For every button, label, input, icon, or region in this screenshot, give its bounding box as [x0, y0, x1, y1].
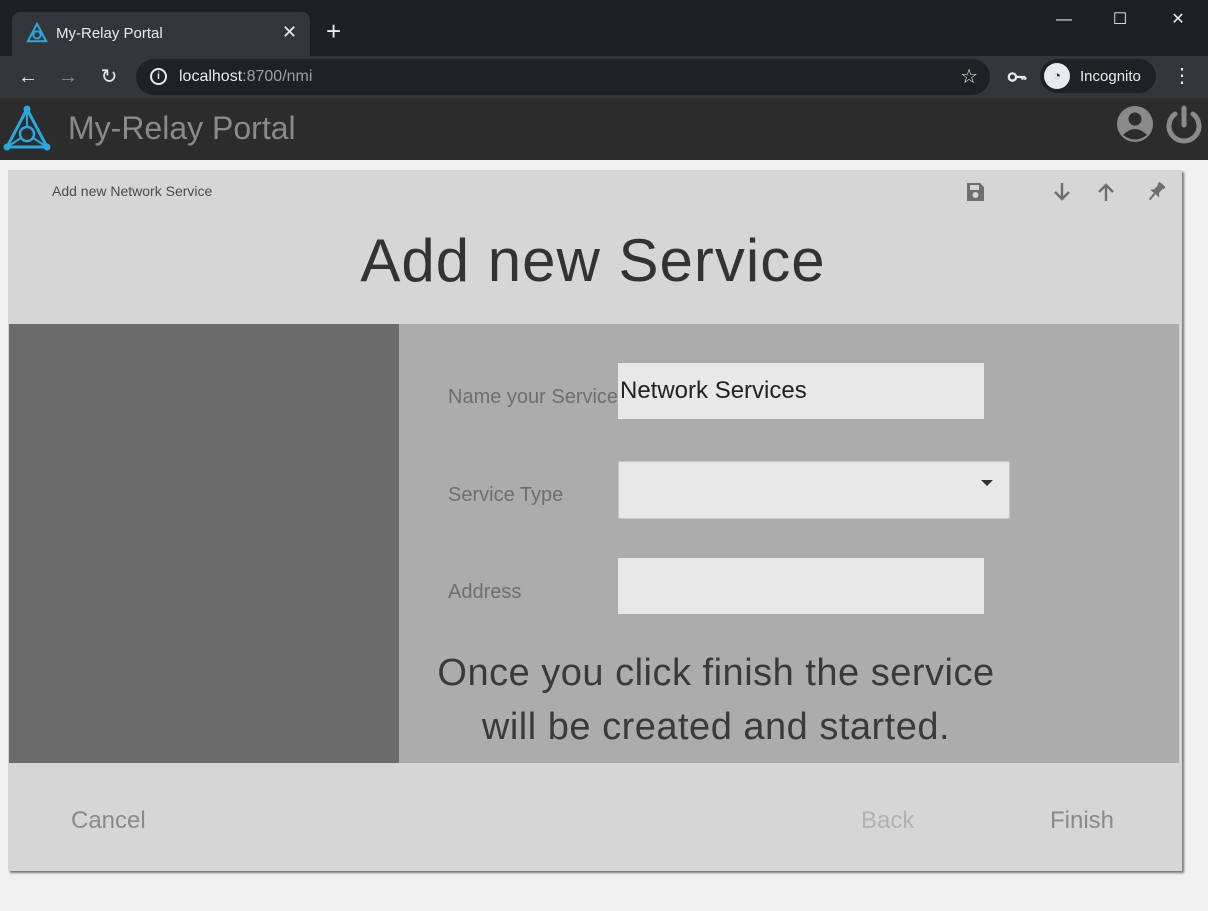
- reload-icon[interactable]: ↻: [96, 64, 122, 90]
- site-info-icon[interactable]: i: [150, 68, 167, 85]
- incognito-icon: ◔: [1044, 63, 1070, 89]
- dropdown-caret-icon: [981, 480, 993, 486]
- app-header: My-Relay Portal: [0, 98, 1208, 160]
- dialog-breadcrumb: Add new Network Service: [52, 183, 213, 199]
- browser-menu-icon[interactable]: ⋮: [1172, 65, 1192, 87]
- incognito-label: Incognito: [1080, 68, 1141, 85]
- finish-info-text: Once you click finish the service will b…: [437, 652, 995, 748]
- arrow-up-icon[interactable]: [1094, 180, 1118, 204]
- window-close-icon[interactable]: ✕: [1155, 8, 1201, 32]
- add-service-dialog: Add new Network Service Add new Service …: [8, 170, 1182, 871]
- address-input[interactable]: [618, 558, 984, 614]
- minimize-icon[interactable]: —: [1041, 8, 1087, 32]
- service-name-input[interactable]: [618, 363, 984, 419]
- address-label: Address: [448, 581, 522, 603]
- service-type-label: Service Type: [448, 484, 564, 506]
- dialog-side-panel: [9, 324, 399, 763]
- forward-arrow-icon[interactable]: →: [55, 64, 81, 90]
- url-text: localhost:8700/nmi: [179, 68, 313, 85]
- app-favicon-icon: [26, 22, 48, 43]
- save-icon[interactable]: [963, 180, 987, 204]
- bookmark-star-icon[interactable]: ☆: [960, 64, 978, 89]
- browser-tab[interactable]: My-Relay Portal ✕: [12, 12, 310, 56]
- service-name-label: Name your Service: [448, 386, 619, 408]
- arrow-down-icon[interactable]: [1050, 180, 1074, 204]
- key-icon[interactable]: [1006, 66, 1028, 88]
- dialog-body: Name your Service Service Type Address O…: [9, 324, 1179, 763]
- new-tab-icon[interactable]: +: [326, 18, 341, 44]
- maximize-icon[interactable]: ☐: [1097, 8, 1143, 32]
- pin-icon[interactable]: [1144, 180, 1168, 204]
- tab-title: My-Relay Portal: [56, 25, 163, 42]
- dialog-title: Add new Service: [360, 227, 826, 294]
- back-arrow-icon[interactable]: ←: [15, 64, 41, 90]
- power-logout-icon[interactable]: [1163, 104, 1205, 146]
- finish-button[interactable]: Finish: [1050, 807, 1114, 835]
- service-type-select[interactable]: [618, 461, 1010, 519]
- tab-close-icon[interactable]: ✕: [282, 21, 297, 43]
- user-account-icon[interactable]: [1115, 104, 1155, 144]
- browser-titlebar: My-Relay Portal ✕ + — ☐ ✕: [0, 0, 1208, 56]
- back-button[interactable]: Back: [861, 807, 914, 835]
- browser-toolbar: ← → ↻ i localhost:8700/nmi ☆ ◔ Incognito…: [0, 56, 1208, 98]
- app-logo-icon: [3, 105, 51, 151]
- address-bar[interactable]: i localhost:8700/nmi ☆: [136, 59, 990, 95]
- cancel-button[interactable]: Cancel: [71, 807, 146, 835]
- app-title: My-Relay Portal: [68, 110, 296, 146]
- dialog-footer: Cancel Back Finish: [9, 771, 1179, 869]
- incognito-badge[interactable]: ◔ Incognito: [1040, 59, 1156, 93]
